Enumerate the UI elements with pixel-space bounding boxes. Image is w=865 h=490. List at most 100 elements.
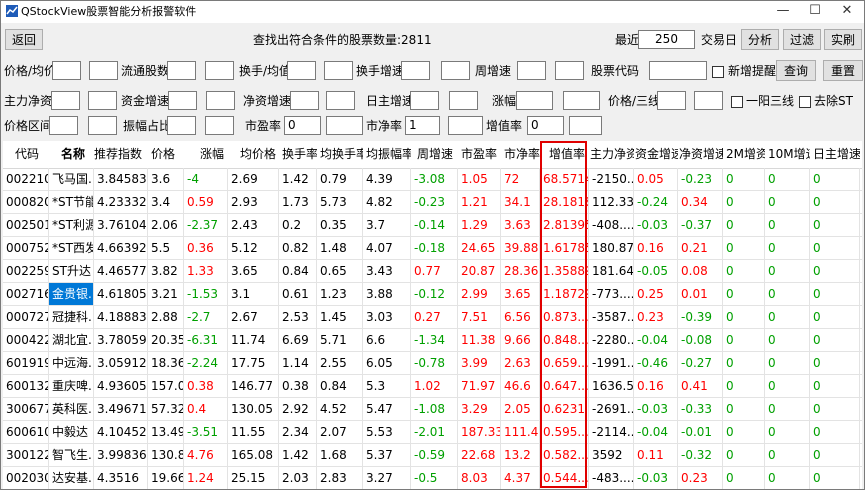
pe-max-input[interactable] xyxy=(326,116,363,135)
table-cell[interactable]: 0.16 xyxy=(634,237,678,259)
table-cell[interactable]: 28.1818 xyxy=(540,191,589,213)
table-cell[interactable]: 0 xyxy=(723,237,765,259)
table-cell[interactable]: -2114... xyxy=(589,421,634,443)
table-cell[interactable]: 2.03 xyxy=(279,467,317,489)
table-cell[interactable]: 0 xyxy=(765,444,810,466)
table-cell[interactable]: 4.52 xyxy=(317,398,363,420)
table-cell[interactable]: 0 xyxy=(810,214,860,236)
table-row[interactable]: 601919中远海...3.0591218.36-2.2417.751.142.… xyxy=(3,352,862,375)
amplitude-max-input[interactable] xyxy=(205,116,234,135)
table-cell[interactable]: 002259 xyxy=(3,260,49,282)
table-cell[interactable]: 24.65 xyxy=(458,237,501,259)
table-cell[interactable]: 0.38 xyxy=(184,375,228,397)
table-cell[interactable]: 0.84 xyxy=(317,375,363,397)
table-cell[interactable]: 3.03 xyxy=(363,306,411,328)
table-cell[interactable]: 4.23332 xyxy=(94,191,148,213)
table-cell[interactable]: 000820 xyxy=(3,191,49,213)
price-range-max-input[interactable] xyxy=(88,116,117,135)
reset-button[interactable]: 重置 xyxy=(823,60,863,81)
day-growth-min-input[interactable] xyxy=(410,91,439,110)
table-cell[interactable]: 0 xyxy=(765,237,810,259)
table-cell[interactable]: 112.336 xyxy=(589,191,634,213)
column-header[interactable]: 涨幅 xyxy=(200,141,228,168)
table-cell[interactable]: 3.43 xyxy=(363,260,411,282)
price-avg-max-input[interactable] xyxy=(89,61,118,80)
table-cell[interactable]: 002501 xyxy=(3,214,49,236)
table-cell[interactable]: 3.65 xyxy=(228,260,279,282)
price-three-max-input[interactable] xyxy=(694,91,723,110)
table-cell[interactable]: 1636.59 xyxy=(589,375,634,397)
table-cell[interactable]: 0.05 xyxy=(634,168,678,190)
table-cell[interactable]: 18.36 xyxy=(148,352,184,374)
table-cell[interactable]: 68.5714 xyxy=(540,168,589,190)
table-cell[interactable]: 1.14 xyxy=(279,352,317,374)
table-cell[interactable]: 0 xyxy=(723,214,765,236)
table-cell[interactable]: 4.66392 xyxy=(94,237,148,259)
table-cell[interactable]: 111.49 xyxy=(501,421,540,443)
table-cell[interactable]: 0.582... xyxy=(540,444,589,466)
table-cell[interactable]: 0.01 xyxy=(678,283,723,305)
table-cell[interactable]: 11.55 xyxy=(228,421,279,443)
table-cell[interactable]: ST升达 xyxy=(49,260,94,282)
change-max-input[interactable] xyxy=(563,91,600,110)
one-yang-checkbox[interactable] xyxy=(731,96,743,108)
table-cell[interactable]: -0.18 xyxy=(411,237,458,259)
table-cell[interactable]: 300677 xyxy=(3,398,49,420)
table-cell[interactable]: 002210 xyxy=(3,168,49,190)
turnover-avg-min-input[interactable] xyxy=(287,61,316,80)
table-cell[interactable]: 0 xyxy=(810,306,860,328)
table-cell[interactable]: 湖北宜... xyxy=(49,329,94,351)
table-cell[interactable]: 0.65 xyxy=(317,260,363,282)
table-cell[interactable]: 157.06 xyxy=(148,375,184,397)
table-cell[interactable]: -0.12 xyxy=(411,283,458,305)
table-cell[interactable]: 2.67 xyxy=(228,306,279,328)
table-cell[interactable]: -2.24 xyxy=(184,352,228,374)
main-net-max-input[interactable] xyxy=(88,91,117,110)
table-cell[interactable]: 130.8 xyxy=(148,444,184,466)
table-cell[interactable]: -0.03 xyxy=(634,398,678,420)
table-cell[interactable]: 20.87 xyxy=(458,260,501,282)
column-header[interactable]: 日主增速 xyxy=(813,141,860,168)
table-cell[interactable]: 2.92 xyxy=(279,398,317,420)
stock-code-input[interactable] xyxy=(649,61,707,80)
table-cell[interactable]: 0 xyxy=(765,168,810,190)
table-cell[interactable]: 1.45 xyxy=(317,306,363,328)
table-cell[interactable]: 0.41 xyxy=(678,375,723,397)
table-cell[interactable]: -0.59 xyxy=(411,444,458,466)
table-cell[interactable]: -0.23 xyxy=(411,191,458,213)
table-cell[interactable]: 2.43 xyxy=(228,214,279,236)
table-cell[interactable]: 11.74 xyxy=(228,329,279,351)
table-cell[interactable]: *ST西发 xyxy=(49,237,94,259)
table-cell[interactable]: 0 xyxy=(723,191,765,213)
table-cell[interactable]: 1.61785 xyxy=(540,237,589,259)
table-cell[interactable]: 2.05 xyxy=(501,398,540,420)
column-header[interactable]: 周增速 xyxy=(417,141,458,168)
main-net-min-input[interactable] xyxy=(51,91,80,110)
table-cell[interactable]: 000422 xyxy=(3,329,49,351)
column-header[interactable]: 均价格 xyxy=(240,141,279,168)
turnover-avg-max-input[interactable] xyxy=(324,61,353,80)
table-cell[interactable]: 1.35889 xyxy=(540,260,589,282)
analyze-button[interactable]: 分析 xyxy=(741,29,779,50)
table-cell[interactable]: 2.81395 xyxy=(540,214,589,236)
table-cell[interactable]: 0.11 xyxy=(634,444,678,466)
table-cell[interactable]: 000752 xyxy=(3,237,49,259)
table-cell[interactable]: 0 xyxy=(810,398,860,420)
table-cell[interactable]: -2691... xyxy=(589,398,634,420)
table-cell[interactable]: 中远海... xyxy=(49,352,94,374)
stock-table[interactable]: 代码名称推荐指数价格涨幅均价格换手率均换手率均振幅率周增速市盈率市净率增值率主力… xyxy=(3,141,862,489)
table-cell[interactable]: 002030 xyxy=(3,467,49,489)
price-range-min-input[interactable] xyxy=(49,116,78,135)
table-cell[interactable]: 4.3516 xyxy=(94,467,148,489)
table-cell[interactable]: 0.61 xyxy=(279,283,317,305)
table-cell[interactable]: -1.08 xyxy=(411,398,458,420)
table-cell[interactable]: 146.77 xyxy=(228,375,279,397)
table-cell[interactable]: 3.27 xyxy=(363,467,411,489)
column-header[interactable]: 均振幅率 xyxy=(366,141,411,168)
table-cell[interactable]: 1.68 xyxy=(317,444,363,466)
table-cell[interactable]: -2.7 xyxy=(184,306,228,328)
table-cell[interactable]: 3.76104 xyxy=(94,214,148,236)
table-row[interactable]: 000422湖北宜...3.7805920.35-6.3111.746.695.… xyxy=(3,329,862,352)
table-cell[interactable]: -0.14 xyxy=(411,214,458,236)
table-cell[interactable]: -0.01 xyxy=(678,421,723,443)
